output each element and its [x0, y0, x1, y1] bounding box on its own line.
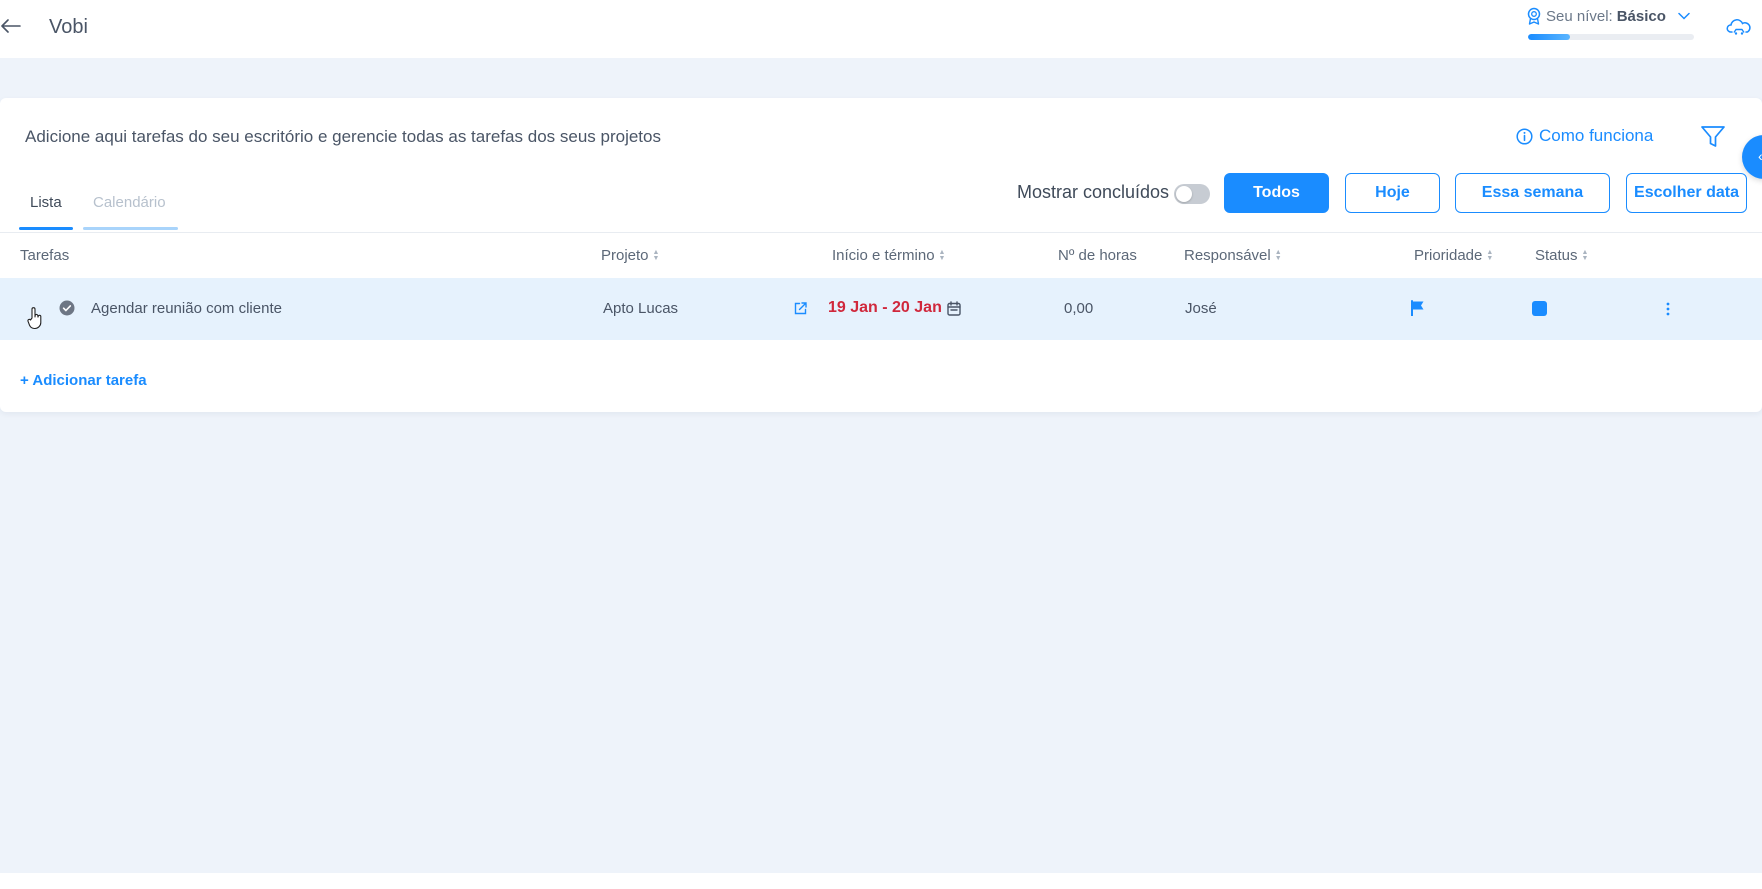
chevron-down-icon — [1678, 12, 1690, 20]
toggle-knob — [1176, 186, 1192, 202]
hand-pointer-icon — [27, 307, 42, 330]
sort-icon: ▲ ▼ — [1486, 248, 1494, 262]
column-header-responsavel[interactable]: Responsável ▲ ▼ — [1184, 247, 1282, 264]
tab-calendario-underline — [83, 227, 178, 230]
column-header-projeto[interactable]: Projeto ▲ ▼ — [601, 247, 659, 264]
task-project: Apto Lucas — [603, 300, 679, 317]
task-dates-label: 19 Jan - 20 Jan — [828, 299, 942, 316]
column-header-tarefas: Tarefas — [20, 247, 70, 264]
tab-calendario[interactable]: Calendário — [93, 194, 166, 211]
filter-todos-button[interactable]: Todos — [1224, 173, 1329, 213]
tab-lista[interactable]: Lista — [30, 194, 62, 211]
back-button[interactable] — [0, 14, 22, 38]
level-selector[interactable]: Seu nível: Básico — [1526, 6, 1696, 46]
external-link-icon[interactable] — [793, 301, 808, 316]
cloud-car-icon — [1726, 19, 1751, 35]
table-row[interactable]: Agendar reunião com cliente Apto Lucas 1… — [0, 278, 1762, 340]
sort-icon: ▲ ▼ — [938, 248, 946, 262]
level-progress-fill — [1528, 34, 1570, 40]
check-circle-icon[interactable] — [59, 300, 75, 316]
add-task-button[interactable]: + Adicionar tarefa — [20, 372, 147, 389]
tasks-card: Adicione aqui tarefas do seu escritório … — [0, 98, 1762, 412]
back-arrow-icon — [1, 19, 21, 33]
app-title: Vobi — [49, 16, 88, 38]
filter-icon — [1701, 126, 1725, 147]
award-badge-icon — [1527, 7, 1541, 25]
flag-icon[interactable] — [1410, 300, 1426, 316]
level-progress-bar — [1528, 34, 1694, 40]
floating-action-button[interactable]: ‹ — [1742, 135, 1762, 179]
bottom-band — [0, 873, 1762, 889]
sort-icon: ▲ ▼ — [652, 248, 660, 262]
task-dates[interactable]: 19 Jan - 20 Jan — [828, 299, 961, 317]
row-more-button[interactable] — [1660, 298, 1676, 320]
app-root: Vobi Seu nível: Básico Adicione aqui tar… — [0, 0, 1762, 889]
sort-icon: ▲ ▼ — [1274, 248, 1282, 262]
how-it-works-link[interactable]: Como funciona — [1516, 126, 1653, 146]
filter-essa-semana-button[interactable]: Essa semana — [1455, 173, 1610, 213]
column-header-inicio-termino[interactable]: Início e término ▲ ▼ — [832, 247, 945, 264]
tabs-divider — [0, 232, 1762, 233]
cloud-button[interactable] — [1724, 14, 1754, 40]
filter-escolher-data-button[interactable]: Escolher data — [1626, 173, 1747, 213]
level-value: Básico — [1616, 7, 1666, 25]
task-responsible: José — [1185, 300, 1217, 317]
calendar-icon — [947, 300, 961, 316]
level-label: Seu nível: — [1546, 7, 1613, 25]
filter-button[interactable] — [1698, 122, 1728, 152]
sort-icon: ▲ ▼ — [1581, 248, 1589, 262]
info-icon — [1516, 127, 1533, 145]
more-vertical-icon — [1666, 302, 1670, 316]
fab-icon: ‹ — [1758, 148, 1762, 164]
show-done-toggle[interactable] — [1174, 184, 1210, 204]
column-header-prioridade[interactable]: Prioridade ▲ ▼ — [1414, 247, 1493, 264]
task-name: Agendar reunião com cliente — [91, 300, 282, 317]
column-header-status[interactable]: Status ▲ ▼ — [1535, 247, 1588, 264]
show-done-label: Mostrar concluídos — [1017, 182, 1170, 202]
card-description: Adicione aqui tarefas do seu escritório … — [25, 127, 661, 146]
status-indicator[interactable] — [1532, 301, 1547, 316]
tab-lista-underline — [19, 227, 73, 230]
task-hours: 0,00 — [1064, 300, 1094, 317]
filter-hoje-button[interactable]: Hoje — [1345, 173, 1440, 213]
column-header-horas: Nº de horas — [1058, 247, 1137, 264]
top-header: Vobi Seu nível: Básico — [0, 0, 1762, 58]
how-it-works-label: Como funciona — [1539, 126, 1654, 145]
